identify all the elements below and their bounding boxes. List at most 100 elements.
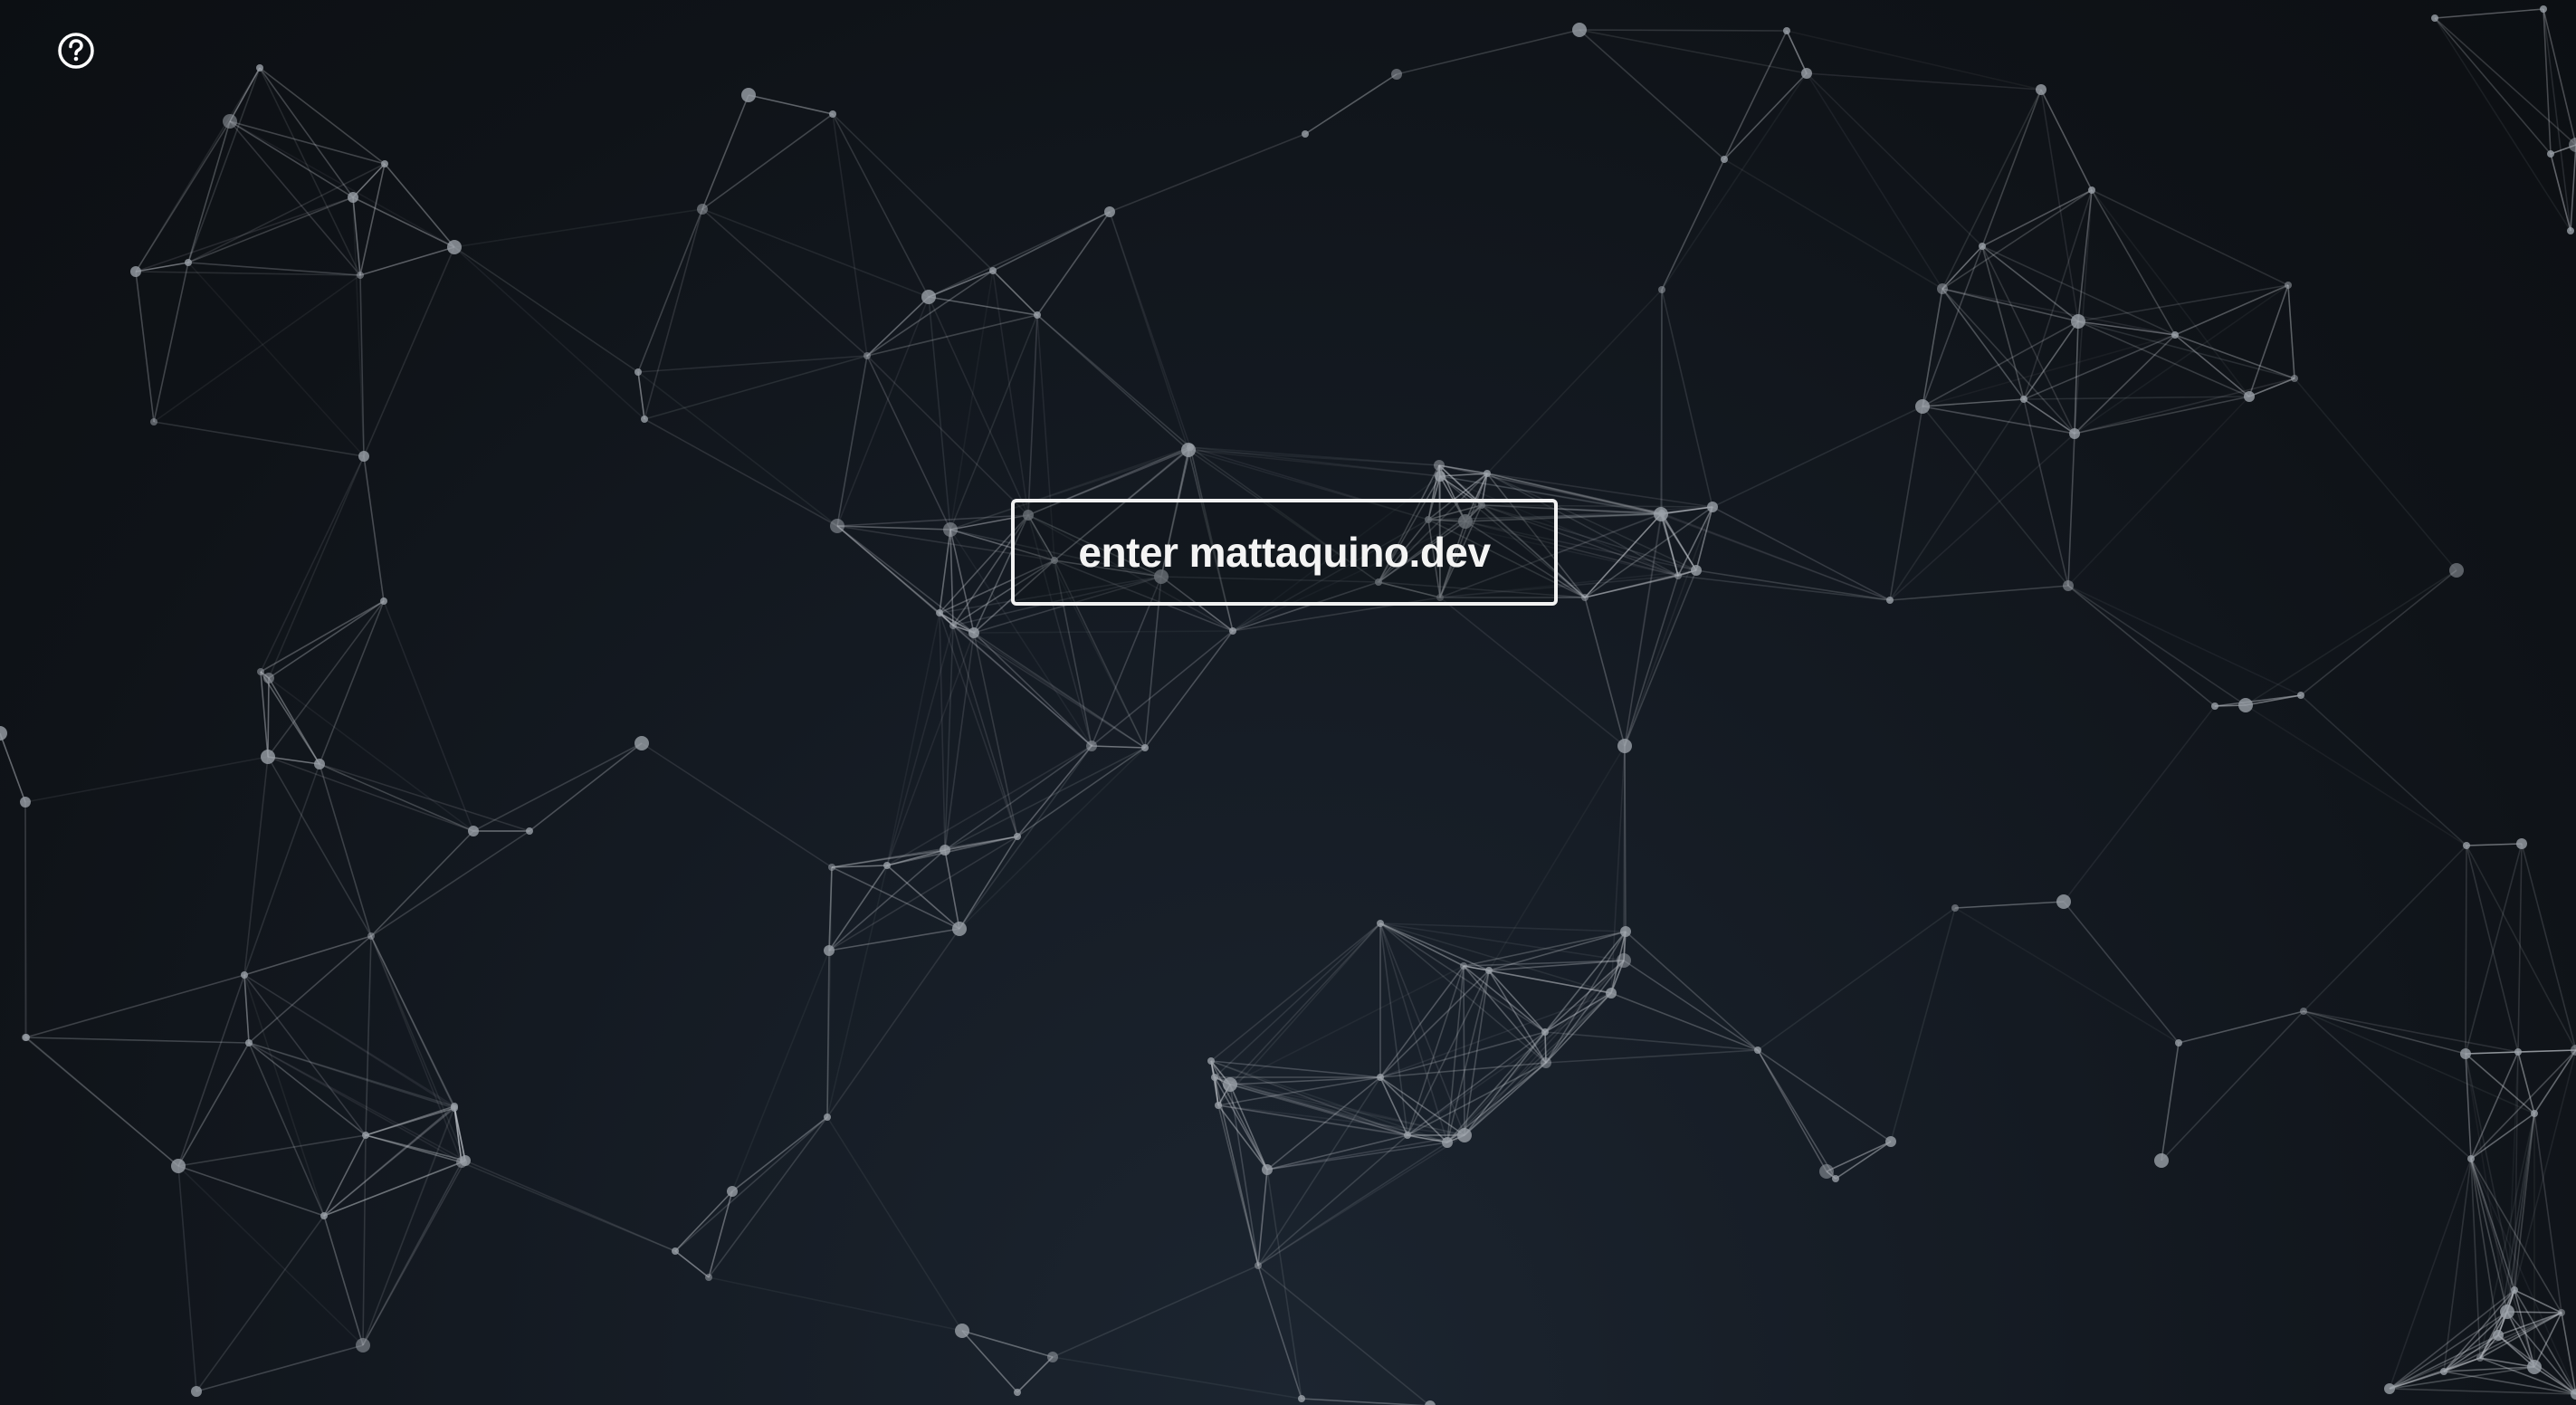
network-node	[1658, 510, 1665, 517]
network-link	[949, 270, 994, 530]
network-node	[2211, 702, 2218, 710]
network-link	[319, 763, 530, 832]
network-link	[637, 208, 703, 373]
network-node	[863, 352, 871, 359]
network-link	[370, 830, 530, 937]
network-link	[674, 1250, 710, 1278]
network-link	[177, 1042, 250, 1167]
network-node	[2527, 1360, 2542, 1374]
network-node	[2567, 227, 2574, 234]
network-link	[1954, 901, 2065, 909]
network-link	[1210, 922, 1381, 1062]
network-link	[2303, 845, 2467, 1012]
network-link	[1016, 1356, 1054, 1393]
network-link	[1266, 1169, 1302, 1400]
network-node	[367, 932, 375, 940]
network-link	[961, 1330, 1018, 1393]
network-link	[25, 1037, 179, 1167]
network-link	[1486, 289, 1663, 474]
network-link	[2063, 901, 2180, 1044]
network-node	[2440, 1368, 2447, 1375]
network-link	[1757, 907, 1956, 1051]
network-link	[1889, 585, 2069, 601]
network-link	[832, 113, 868, 357]
help-button[interactable]	[56, 31, 96, 71]
network-link	[187, 196, 354, 263]
network-link	[1981, 245, 2025, 400]
network-link	[196, 1344, 364, 1392]
network-link	[731, 950, 830, 1192]
network-link	[973, 632, 1146, 749]
network-node	[456, 1157, 467, 1168]
network-link	[1257, 1169, 1268, 1266]
network-link	[267, 756, 474, 832]
network-link	[370, 830, 474, 937]
network-link	[2067, 585, 2216, 707]
network-node	[2056, 894, 2071, 909]
network-node	[883, 862, 891, 869]
network-node	[2238, 698, 2253, 712]
network-node	[1404, 1132, 1411, 1139]
network-link	[2533, 1113, 2562, 1314]
network-link	[1463, 965, 1547, 1064]
network-link	[1544, 992, 1612, 1033]
network-node	[824, 1113, 831, 1121]
network-link	[2178, 1010, 2304, 1044]
network-node	[2063, 580, 2074, 591]
network-node	[2500, 1305, 2514, 1319]
network-node	[1541, 1028, 1549, 1036]
network-node	[2511, 1286, 2518, 1294]
network-node	[185, 259, 192, 266]
network-link	[229, 120, 386, 165]
network-link	[1835, 1141, 1892, 1180]
enter-site-button[interactable]: enter mattaquino.dev	[1011, 499, 1558, 606]
network-link	[2550, 153, 2571, 232]
network-link	[1981, 89, 2042, 247]
network-node	[705, 1274, 712, 1281]
network-link	[2303, 1010, 2535, 1114]
network-link	[701, 208, 868, 357]
network-link	[2434, 17, 2552, 155]
network-node	[828, 864, 835, 871]
network-link	[2303, 1010, 2519, 1053]
network-node	[1832, 1175, 1839, 1182]
network-link	[2517, 1051, 2535, 1114]
network-node	[261, 750, 275, 764]
network-link	[1091, 745, 1146, 749]
network-node	[727, 1186, 738, 1197]
network-link	[1806, 72, 1943, 290]
network-link	[1544, 1031, 1759, 1051]
network-link	[944, 849, 960, 930]
network-link	[1439, 597, 1626, 747]
network-node	[1581, 594, 1589, 601]
network-node	[23, 1034, 30, 1041]
network-node	[1606, 988, 1617, 999]
network-link	[461, 1161, 676, 1252]
network-link	[1661, 512, 1679, 577]
network-link	[268, 677, 474, 832]
network-link	[1954, 907, 2180, 1044]
network-node	[2285, 282, 2292, 289]
network-node	[829, 110, 836, 118]
network-link	[1922, 406, 2075, 435]
network-link	[959, 745, 1092, 930]
network-node	[824, 945, 835, 956]
network-link	[2470, 1049, 2576, 1160]
network-node	[2036, 84, 2046, 95]
network-link	[2067, 433, 2075, 587]
network-node	[1229, 627, 1236, 635]
network-link	[153, 274, 361, 423]
network-link	[1229, 922, 1381, 1085]
network-node	[952, 922, 967, 936]
enter-site-label: enter mattaquino.dev	[1078, 529, 1491, 576]
network-link	[267, 756, 320, 765]
network-node	[1104, 206, 1115, 217]
network-link	[949, 314, 1038, 530]
network-link	[2543, 8, 2576, 146]
network-node	[362, 1132, 369, 1139]
network-link	[260, 671, 269, 758]
network-link	[1304, 73, 1398, 135]
network-link	[1889, 406, 1923, 601]
network-node	[943, 522, 958, 537]
network-node	[2547, 150, 2554, 158]
